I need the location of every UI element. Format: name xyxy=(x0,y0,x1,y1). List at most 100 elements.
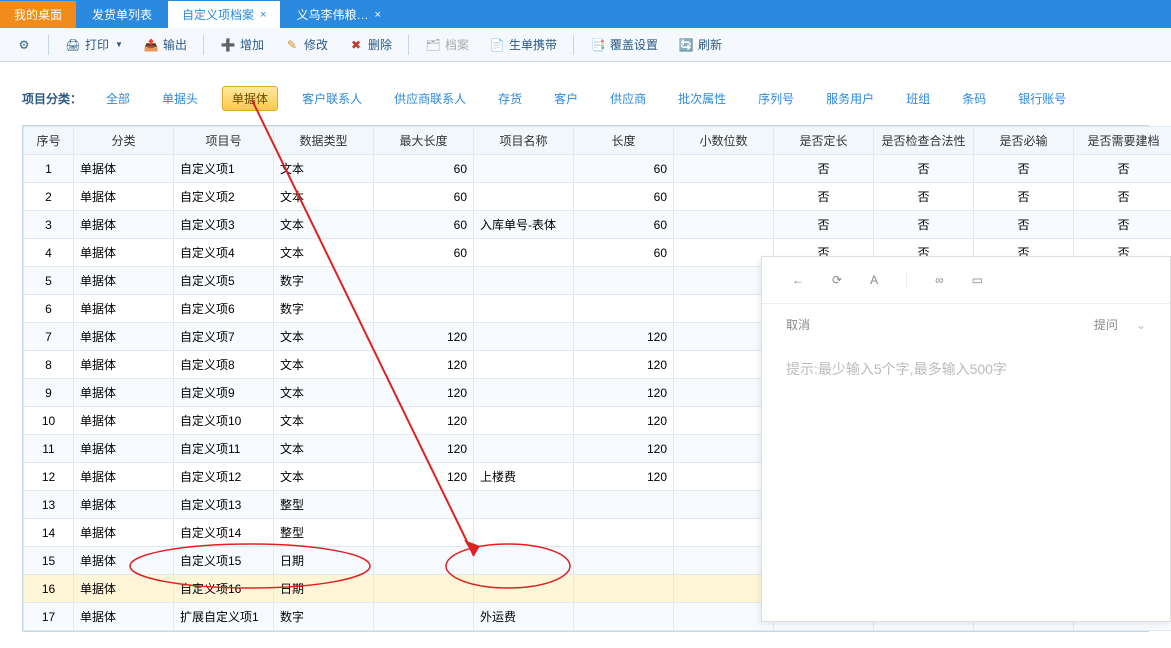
table-cell[interactable]: 单据体 xyxy=(74,267,174,295)
table-cell[interactable] xyxy=(674,239,774,267)
table-cell[interactable] xyxy=(474,323,574,351)
table-cell[interactable] xyxy=(674,379,774,407)
table-cell[interactable]: 否 xyxy=(774,183,874,211)
table-cell[interactable]: 12 xyxy=(24,463,74,491)
table-cell[interactable]: 120 xyxy=(374,351,474,379)
table-cell[interactable]: 单据体 xyxy=(74,183,174,211)
table-cell[interactable]: 8 xyxy=(24,351,74,379)
table-cell[interactable]: 120 xyxy=(374,379,474,407)
table-cell[interactable] xyxy=(674,155,774,183)
th-fix[interactable]: 是否定长 xyxy=(774,127,874,155)
table-cell[interactable]: 整型 xyxy=(274,519,374,547)
table-cell[interactable]: 单据体 xyxy=(74,323,174,351)
table-cell[interactable]: 单据体 xyxy=(74,435,174,463)
table-cell[interactable]: 60 xyxy=(574,211,674,239)
table-cell[interactable]: 自定义项16 xyxy=(174,575,274,603)
table-cell[interactable] xyxy=(574,267,674,295)
tab-desktop[interactable]: 我的桌面 xyxy=(0,1,76,28)
table-cell[interactable] xyxy=(474,407,574,435)
table-cell[interactable] xyxy=(674,519,774,547)
table-cell[interactable]: 单据体 xyxy=(74,463,174,491)
table-cell[interactable]: 1 xyxy=(24,155,74,183)
table-cell[interactable]: 文本 xyxy=(274,463,374,491)
table-cell[interactable]: 120 xyxy=(374,323,474,351)
table-cell[interactable] xyxy=(674,183,774,211)
table-cell[interactable] xyxy=(574,295,674,323)
table-cell[interactable]: 自定义项13 xyxy=(174,491,274,519)
filter-serial[interactable]: 序列号 xyxy=(750,86,802,111)
table-cell[interactable] xyxy=(374,295,474,323)
ask-label[interactable]: 提问 xyxy=(1094,316,1118,333)
table-cell[interactable] xyxy=(474,379,574,407)
table-cell[interactable]: 否 xyxy=(774,211,874,239)
table-cell[interactable]: 3 xyxy=(24,211,74,239)
table-cell[interactable]: 6 xyxy=(24,295,74,323)
table-cell[interactable] xyxy=(674,491,774,519)
cancel-label[interactable]: 取消 xyxy=(786,316,810,333)
th-name[interactable]: 项目名称 xyxy=(474,127,574,155)
table-cell[interactable]: 文本 xyxy=(274,379,374,407)
table-cell[interactable]: 否 xyxy=(974,183,1074,211)
filter-customer[interactable]: 客户 xyxy=(546,86,586,111)
table-cell[interactable]: 自定义项6 xyxy=(174,295,274,323)
table-cell[interactable]: 60 xyxy=(574,155,674,183)
refresh-button[interactable]: 🔄刷新 xyxy=(670,32,730,57)
export-button[interactable]: 📤输出 xyxy=(135,32,195,57)
table-cell[interactable]: 9 xyxy=(24,379,74,407)
table-cell[interactable]: 否 xyxy=(1074,211,1171,239)
table-cell[interactable]: 11 xyxy=(24,435,74,463)
table-cell[interactable]: 单据体 xyxy=(74,519,174,547)
filter-vendor-contact[interactable]: 供应商联系人 xyxy=(386,86,474,111)
table-cell[interactable]: 否 xyxy=(874,155,974,183)
table-cell[interactable]: 单据体 xyxy=(74,407,174,435)
table-cell[interactable]: 60 xyxy=(374,239,474,267)
table-cell[interactable]: 120 xyxy=(374,407,474,435)
filter-team[interactable]: 班组 xyxy=(898,86,938,111)
table-cell[interactable] xyxy=(474,183,574,211)
th-len[interactable]: 长度 xyxy=(574,127,674,155)
table-cell[interactable]: 60 xyxy=(574,183,674,211)
th-dec[interactable]: 小数位数 xyxy=(674,127,774,155)
cover-button[interactable]: 📑覆盖设置 xyxy=(582,32,666,57)
filter-bank[interactable]: 银行账号 xyxy=(1010,86,1074,111)
window-icon[interactable]: ▭ xyxy=(972,273,983,287)
table-cell[interactable] xyxy=(674,211,774,239)
table-cell[interactable] xyxy=(474,435,574,463)
table-cell[interactable]: 自定义项1 xyxy=(174,155,274,183)
table-cell[interactable]: 单据体 xyxy=(74,351,174,379)
reload-icon[interactable]: ⟳ xyxy=(832,273,842,287)
table-cell[interactable] xyxy=(674,435,774,463)
close-icon[interactable]: × xyxy=(375,9,381,21)
table-cell[interactable]: 自定义项10 xyxy=(174,407,274,435)
table-cell[interactable] xyxy=(574,575,674,603)
table-cell[interactable] xyxy=(474,239,574,267)
link-icon[interactable]: ∞ xyxy=(935,273,944,287)
th-chk[interactable]: 是否检查合法性 xyxy=(874,127,974,155)
table-cell[interactable]: 否 xyxy=(874,183,974,211)
table-cell[interactable]: 10 xyxy=(24,407,74,435)
table-cell[interactable]: 入库单号-表体 xyxy=(474,211,574,239)
table-cell[interactable]: 单据体 xyxy=(74,575,174,603)
table-cell[interactable]: 文本 xyxy=(274,183,374,211)
table-cell[interactable]: 4 xyxy=(24,239,74,267)
table-cell[interactable]: 120 xyxy=(574,407,674,435)
table-row[interactable]: 1单据体自定义项1文本6060否否否否 xyxy=(24,155,1171,183)
table-cell[interactable]: 否 xyxy=(774,155,874,183)
filter-all[interactable]: 全部 xyxy=(98,86,138,111)
tab-customfields[interactable]: 自定义项档案× xyxy=(168,1,280,28)
table-cell[interactable]: 120 xyxy=(574,323,674,351)
table-cell[interactable]: 否 xyxy=(974,155,1074,183)
tab-other[interactable]: 义乌李伟粮…× xyxy=(282,1,394,28)
table-cell[interactable]: 日期 xyxy=(274,575,374,603)
table-cell[interactable] xyxy=(474,295,574,323)
table-cell[interactable] xyxy=(474,155,574,183)
table-cell[interactable]: 120 xyxy=(574,435,674,463)
table-cell[interactable] xyxy=(674,603,774,631)
table-cell[interactable]: 否 xyxy=(974,211,1074,239)
filter-vendor[interactable]: 供应商 xyxy=(602,86,654,111)
table-cell[interactable]: 单据体 xyxy=(74,379,174,407)
table-cell[interactable] xyxy=(574,603,674,631)
th-maxlen[interactable]: 最大长度 xyxy=(374,127,474,155)
table-cell[interactable]: 日期 xyxy=(274,547,374,575)
th-cat[interactable]: 分类 xyxy=(74,127,174,155)
